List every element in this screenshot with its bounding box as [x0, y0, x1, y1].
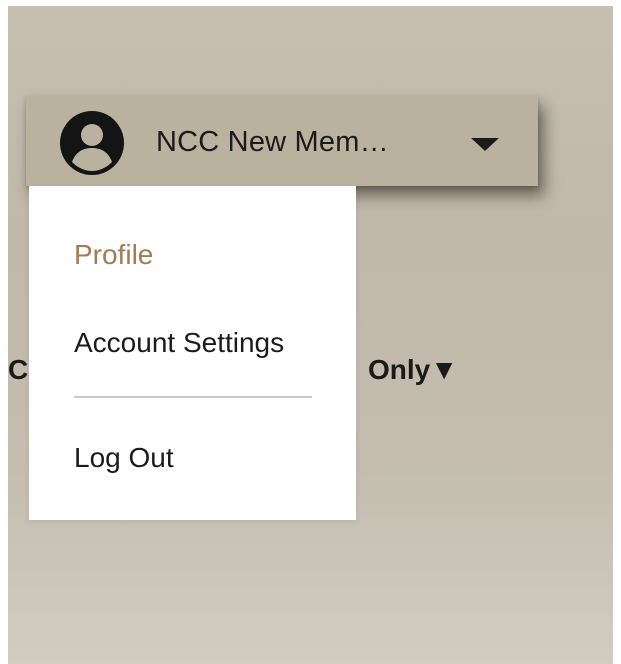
menu-item-profile[interactable]: Profile	[74, 239, 153, 271]
menu-item-log-out[interactable]: Log Out	[74, 442, 174, 474]
user-circle-icon	[59, 110, 125, 176]
filter-label-fragment: C	[8, 354, 29, 385]
menu-item-account-settings[interactable]: Account Settings	[74, 327, 284, 359]
account-menu-button[interactable]: NCC New Mem…	[26, 96, 538, 186]
menu-divider	[74, 396, 312, 398]
caret-down-icon	[471, 138, 499, 151]
account-dropdown-menu: Profile Account Settings Log Out	[29, 186, 356, 520]
account-name: NCC New Mem…	[156, 126, 389, 158]
filter-dropdown[interactable]: Only▼	[368, 354, 458, 386]
